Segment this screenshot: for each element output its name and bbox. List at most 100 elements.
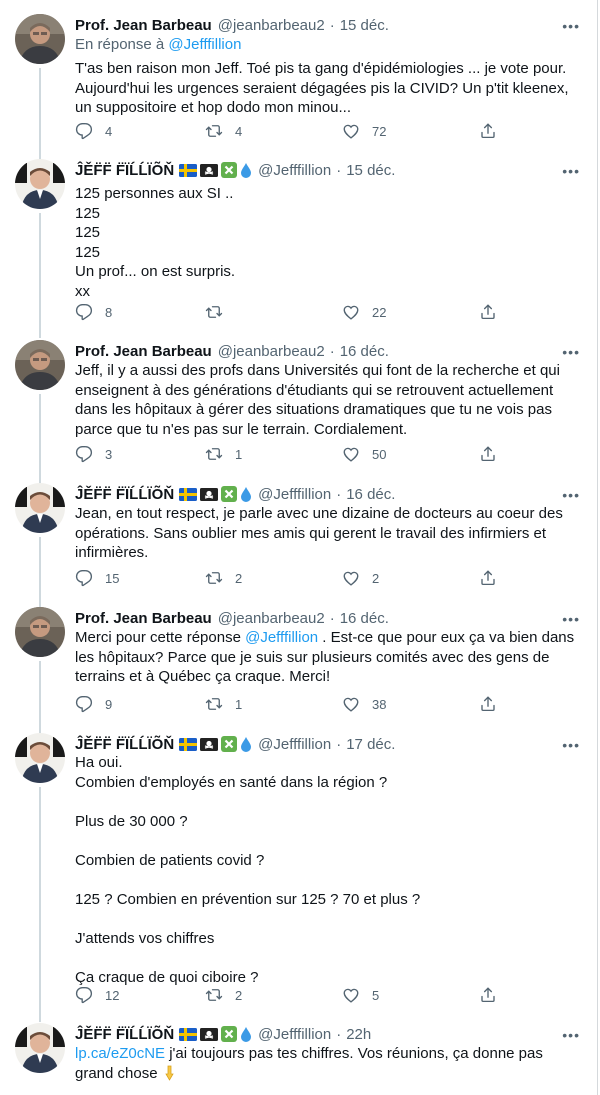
reply-button[interactable]: 8 [75,302,112,322]
like-count: 22 [372,304,387,320]
tweet[interactable]: ĴĚF̈F̈ F̈ÏĹĹÏÕŇ @Jefffillion · 16 déc. •… [0,483,598,607]
share-button[interactable] [479,985,497,1005]
reply-count: 8 [105,304,113,320]
author-name[interactable]: Prof. Jean Barbeau [75,17,212,34]
tweet-date[interactable]: 16 déc. [340,610,389,627]
tweet[interactable]: ĴĚF̈F̈ F̈ÏĹĹÏÕŇ @Jefffillion · 17 déc. •… [0,733,598,1022]
share-icon [479,986,497,1004]
like-button[interactable]: 50 [342,444,386,464]
author-name[interactable]: Prof. Jean Barbeau [75,610,212,627]
tweet-date[interactable]: 16 déc. [340,343,389,360]
author-name[interactable]: ĴĚF̈F̈ F̈ÏĹĹÏÕŇ [75,1026,174,1043]
avatar[interactable] [15,159,65,209]
mention-link[interactable]: @Jefffillion [245,629,318,646]
reply-button[interactable]: 9 [75,694,112,714]
retweet-count: 1 [235,446,243,462]
heart-icon [342,986,360,1004]
separator-dot: · [336,161,342,179]
like-button[interactable]: 2 [342,568,379,588]
heart-icon [342,445,360,463]
author-name[interactable]: Prof. Jean Barbeau [75,343,212,360]
flag-sweden-icon [179,163,198,177]
tweet-actions: 9 1 38 [75,694,505,714]
avatar[interactable] [15,733,65,783]
like-count: 2 [372,570,380,586]
cross-mark-icon [221,486,238,502]
avatar[interactable] [15,607,65,657]
reply-icon [75,122,93,140]
like-count: 50 [372,446,387,462]
tweet[interactable]: Prof. Jean Barbeau @jeanbarbeau2 · 15 dé… [0,14,598,176]
avatar[interactable] [15,483,65,533]
timeline-conversation: Prof. Jean Barbeau @jeanbarbeau2 · 15 dé… [0,0,598,1095]
author-handle[interactable]: @Jefffillion [258,162,331,179]
like-button[interactable]: 22 [342,302,386,322]
flag-sweden-icon [179,737,198,751]
like-button[interactable]: 38 [342,694,386,714]
external-link[interactable]: lp.ca/eZ0cNE [75,1045,165,1062]
reply-count: 9 [105,696,113,712]
avatar[interactable] [15,14,65,64]
reply-button[interactable]: 4 [75,121,112,141]
separator-dot: · [329,342,335,360]
like-count: 72 [372,123,387,139]
tweet[interactable]: ĴĚF̈F̈ F̈ÏĹĹÏÕŇ @Jefffillion · 15 déc. •… [0,159,598,338]
retweet-count: 2 [235,987,243,1003]
separator-dot: · [336,735,342,753]
tweet[interactable]: Prof. Jean Barbeau @jeanbarbeau2 · 16 dé… [0,340,598,484]
author-handle[interactable]: @Jefffillion [258,1026,331,1043]
share-button[interactable] [479,568,497,588]
retweet-button[interactable]: 2 [205,568,242,588]
author-handle[interactable]: @jeanbarbeau2 [218,17,325,34]
heart-icon [342,569,360,587]
author-handle[interactable]: @Jefffillion [258,486,331,503]
more-options-icon[interactable]: ••• [562,611,580,627]
more-options-icon[interactable]: ••• [562,344,580,360]
tweet-date[interactable]: 15 déc. [346,162,395,179]
more-options-icon[interactable]: ••• [562,163,580,179]
retweet-button[interactable]: 2 [205,985,242,1005]
more-options-icon[interactable]: ••• [562,737,580,753]
tweet-text-part: Merci pour cette réponse [75,629,246,646]
avatar[interactable] [15,1023,65,1073]
separator-dot: · [336,485,342,503]
reply-button[interactable]: 12 [75,985,119,1005]
share-button[interactable] [479,121,497,141]
pirate-flag-icon [200,1027,219,1041]
author-name[interactable]: ĴĚF̈F̈ F̈ÏĹĹÏÕŇ [75,486,174,503]
droplet-icon [241,487,252,502]
more-options-icon[interactable]: ••• [562,487,580,503]
like-count: 38 [372,696,387,712]
tweet-date[interactable]: 22h [346,1026,371,1043]
tweet-text: T'as ben raison mon Jeff. Toé pis ta gan… [75,60,569,116]
retweet-button[interactable]: 4 [205,121,242,141]
author-handle[interactable]: @jeanbarbeau2 [218,610,325,627]
retweet-button[interactable]: 1 [205,444,242,464]
author-name[interactable]: ĴĚF̈F̈ F̈ÏĹĹÏÕŇ [75,162,174,179]
retweet-button[interactable] [205,302,235,322]
retweet-button[interactable]: 1 [205,694,242,714]
tweet[interactable]: ĴĚF̈F̈ F̈ÏĹĹÏÕŇ @Jefffillion · 22h ••• l… [0,1023,598,1095]
author-handle[interactable]: @jeanbarbeau2 [218,343,325,360]
reply-to-mention[interactable]: @Jefffillion [168,36,241,53]
more-options-icon[interactable]: ••• [562,18,580,34]
tweet-date[interactable]: 16 déc. [346,486,395,503]
cross-mark-icon [221,736,238,752]
reply-button[interactable]: 3 [75,444,112,464]
share-button[interactable] [479,302,497,322]
more-options-icon[interactable]: ••• [562,1027,580,1043]
reply-button[interactable]: 15 [75,568,119,588]
tweet-date[interactable]: 17 déc. [346,736,395,753]
author-handle[interactable]: @Jefffillion [258,736,331,753]
flag-sweden-icon [179,487,198,501]
share-button[interactable] [479,694,497,714]
share-button[interactable] [479,444,497,464]
tweet[interactable]: Prof. Jean Barbeau @jeanbarbeau2 · 16 dé… [0,607,598,733]
like-button[interactable]: 72 [342,121,386,141]
avatar[interactable] [15,340,65,390]
tweet-text: lp.ca/eZ0cNE j'ai toujours pas tes chiff… [75,1044,580,1083]
author-name[interactable]: ĴĚF̈F̈ F̈ÏĹĹÏÕŇ [75,736,174,753]
separator-dot: · [329,16,335,34]
like-button[interactable]: 5 [342,985,379,1005]
tweet-date[interactable]: 15 déc. [340,17,389,34]
